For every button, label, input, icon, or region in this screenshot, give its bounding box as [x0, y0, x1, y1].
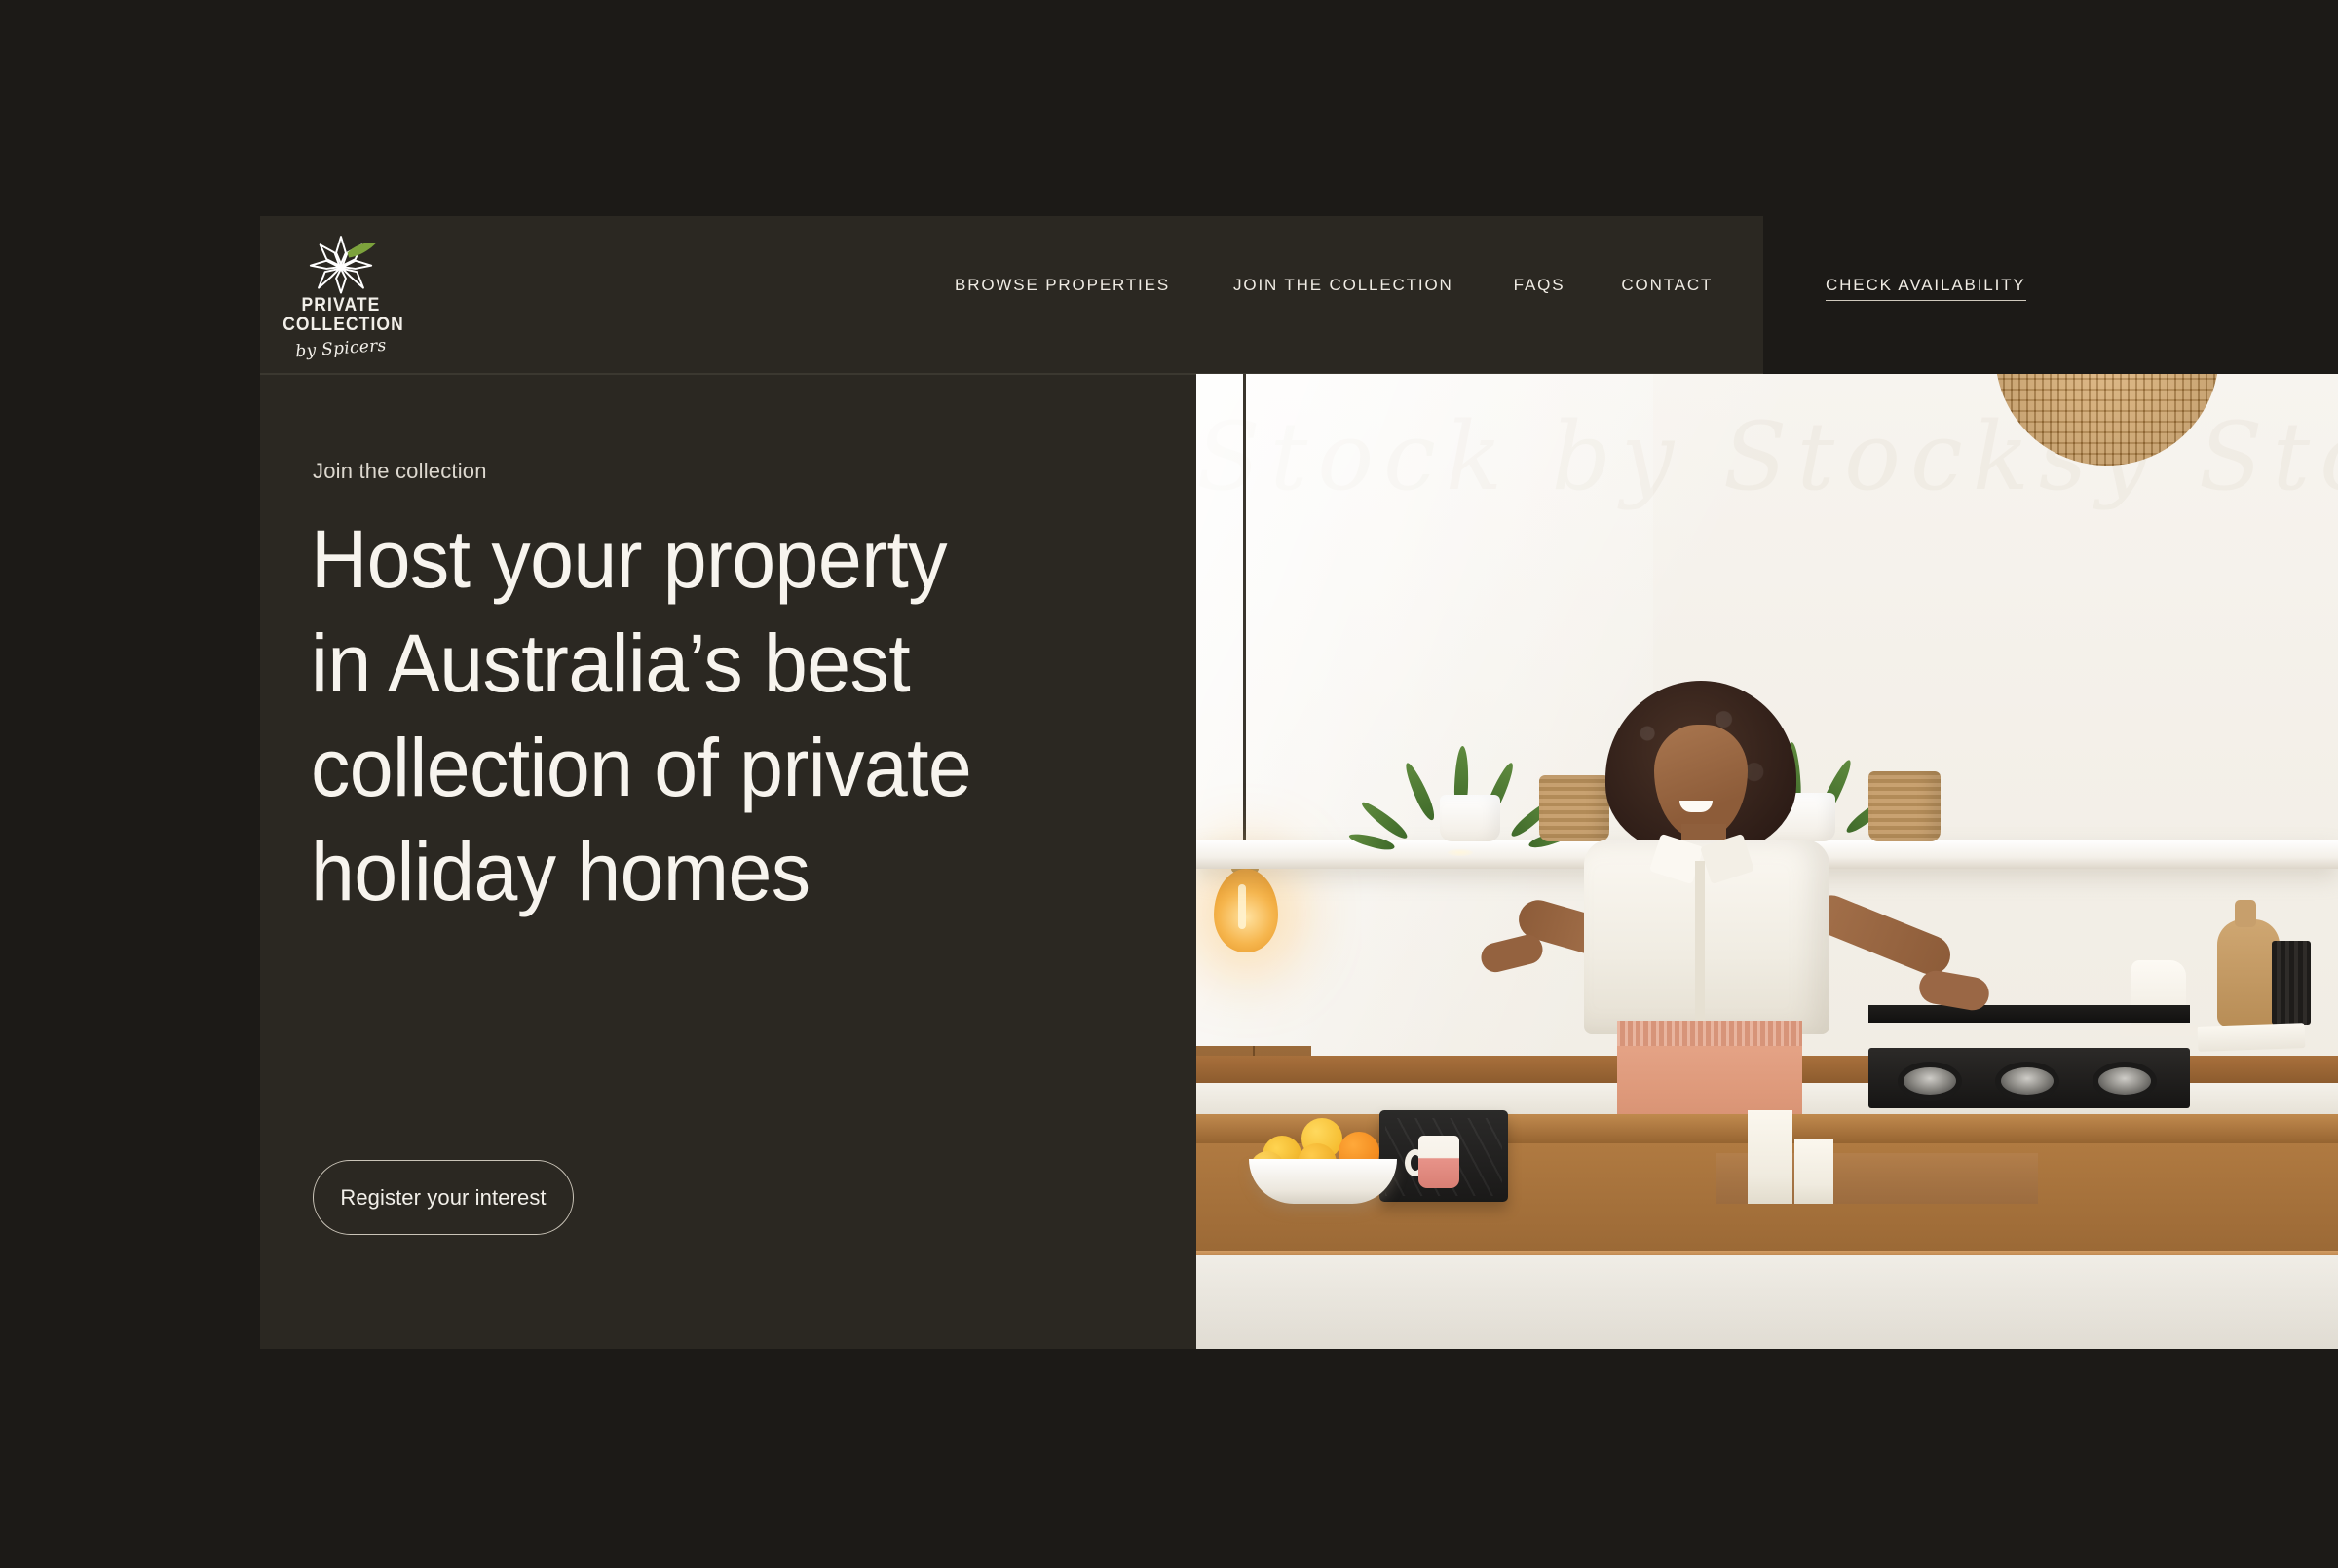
nav-item-browse-properties[interactable]: BROWSE PROPERTIES: [955, 276, 1170, 295]
pillar-candle-large: [1748, 1110, 1792, 1204]
fruit-bowl: [1249, 1159, 1397, 1204]
cooktop-burner: [2001, 1067, 2054, 1095]
page-title: Host your property in Australia’s best c…: [311, 507, 1077, 924]
skirt-waistband: [1617, 1021, 1802, 1046]
hero-eyebrow: Join the collection: [313, 459, 487, 483]
rattan-pendant-lamp: [1995, 374, 2219, 466]
headline-line-4: holiday homes: [311, 826, 811, 917]
main-navigation: BROWSE PROPERTIES JOIN THE COLLECTION FA…: [955, 276, 1713, 295]
hero-image: Stock by Stocksy Stock by Stocksy: [1196, 374, 2338, 1349]
pendant-cord: [1243, 374, 1246, 841]
woven-basket-right: [1868, 771, 1941, 841]
headline-line-3: collection of private: [311, 722, 972, 813]
star-flower-logo-icon: [301, 232, 381, 296]
nav-item-faqs[interactable]: FAQS: [1514, 276, 1565, 295]
headline-line-2: in Australia’s best: [311, 617, 911, 709]
hero-text-panel: Join the collection Host your property i…: [260, 375, 1196, 1349]
cooktop-rear-strip: [1868, 1005, 2190, 1023]
brand-word-line1: PRIVATE: [301, 295, 381, 316]
wooden-vase: [2217, 919, 2280, 1027]
nav-item-join-the-collection[interactable]: JOIN THE COLLECTION: [1233, 276, 1453, 295]
hero-section: Join the collection Host your property i…: [260, 374, 2338, 1349]
tea-towel: [2197, 1023, 2306, 1052]
register-interest-button[interactable]: Register your interest: [313, 1160, 574, 1235]
brand-logo[interactable]: PRIVATE COLLECTION by Spicers: [278, 232, 404, 363]
pillar-candle-small: [1794, 1139, 1833, 1204]
check-availability-link[interactable]: CHECK AVAILABILITY: [1826, 276, 2026, 301]
kettle-base: [2120, 1025, 2198, 1036]
cooktop-burner: [1904, 1067, 1956, 1095]
vase-neck: [2235, 900, 2256, 927]
headline-line-1: Host your property: [311, 513, 948, 605]
edison-bulb-icon: [1214, 869, 1278, 952]
shelf-downlight: [1448, 849, 1473, 856]
woven-basket-left: [1539, 775, 1609, 841]
shirt-placket: [1695, 861, 1705, 1034]
nav-item-contact[interactable]: CONTACT: [1621, 276, 1713, 295]
knife-block: [2272, 941, 2311, 1025]
bulb-filament: [1238, 884, 1246, 929]
photo-bottom-shade: [1196, 1232, 2338, 1349]
plant-pot-left: [1440, 795, 1500, 841]
header-bar: [260, 216, 1763, 374]
ceramic-mug: [1418, 1136, 1459, 1188]
brand-word-line2: COLLECTION: [283, 315, 404, 335]
brand-wordmark: PRIVATE COLLECTION: [283, 295, 403, 335]
brand-tagline: by Spicers: [294, 335, 388, 362]
cooktop-burner: [2098, 1067, 2151, 1095]
page-root: PRIVATE COLLECTION by Spicers BROWSE PRO…: [0, 0, 2338, 1568]
